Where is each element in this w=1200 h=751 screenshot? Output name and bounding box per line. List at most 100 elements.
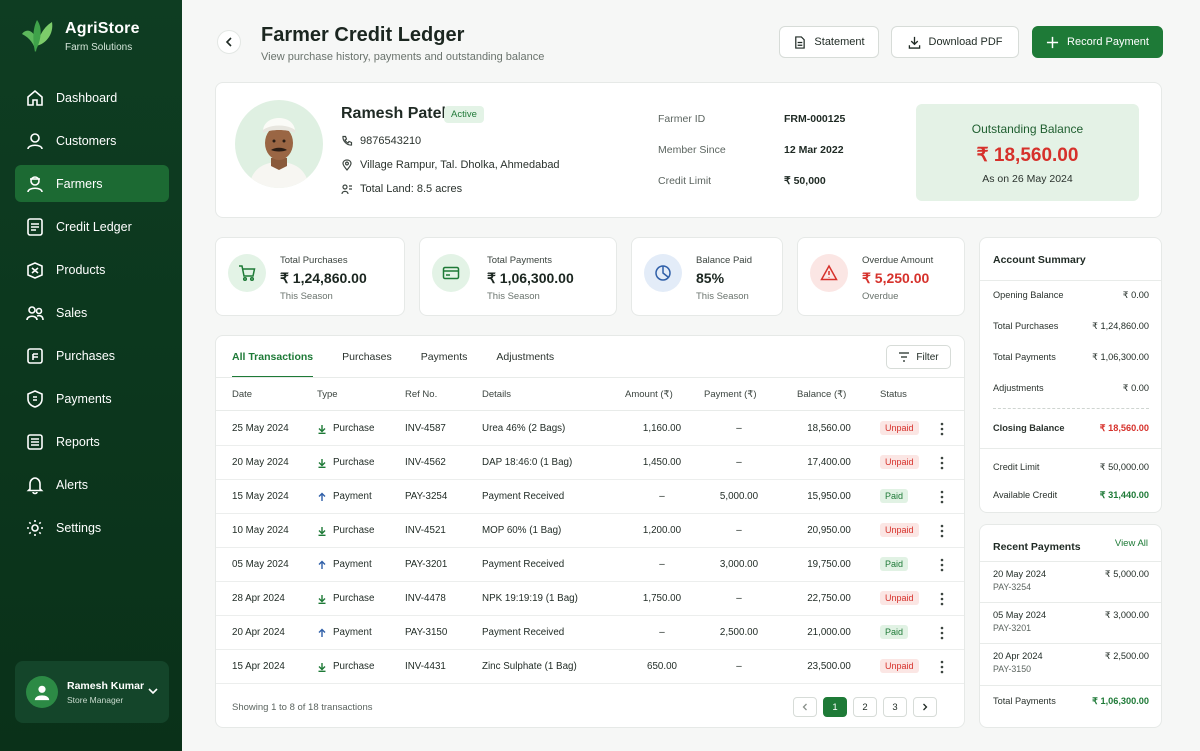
cell-date: 25 May 2024 <box>232 423 289 434</box>
payment-ref: PAY-3150 <box>993 664 1031 674</box>
more-options-icon[interactable] <box>938 455 946 471</box>
cell-date: 20 May 2024 <box>232 457 289 468</box>
user-menu[interactable]: Ramesh Kumar Store Manager <box>15 661 169 723</box>
tab-adjustments[interactable]: Adjustments <box>496 336 554 378</box>
divider <box>993 408 1149 409</box>
col-details[interactable]: Details <box>482 389 511 400</box>
more-options-icon[interactable] <box>938 421 946 437</box>
cell-details: DAP 18:46:0 (1 Bag) <box>482 457 573 468</box>
sidebar-item-customers[interactable]: Customers <box>15 122 169 159</box>
divider <box>980 643 1161 644</box>
farmer-phone: 9876543210 <box>341 135 421 147</box>
farmer-portrait <box>249 118 309 188</box>
cell-payment: – <box>736 593 742 604</box>
sidebar-item-farmers[interactable]: Farmers <box>15 165 169 202</box>
sidebar-item-alerts[interactable]: Alerts <box>15 466 169 503</box>
brand-name: AgriStore <box>65 19 140 37</box>
next-page-button[interactable] <box>913 697 937 717</box>
sidebar-item-dashboard[interactable]: Dashboard <box>15 79 169 116</box>
sidebar-item-settings[interactable]: Settings <box>15 509 169 546</box>
page-2-button[interactable]: 2 <box>853 697 877 717</box>
tab-purchases[interactable]: Purchases <box>342 336 392 378</box>
filter-button[interactable]: Filter <box>886 345 951 369</box>
col-type[interactable]: Type <box>317 389 338 400</box>
user-name: Ramesh Kumar <box>67 679 145 692</box>
cell-details: Zinc Sulphate (1 Bag) <box>482 661 577 672</box>
statement-button[interactable]: Statement <box>779 26 879 58</box>
cell-date: 05 May 2024 <box>232 559 289 570</box>
outstanding-label: Outstanding Balance <box>971 122 1084 136</box>
col-ref[interactable]: Ref No. <box>405 389 437 400</box>
more-options-icon[interactable] <box>938 489 946 505</box>
land-text: Total Land: 8.5 acres <box>360 183 463 195</box>
brand[interactable]: AgriStore Farm Solutions <box>16 16 140 56</box>
table-row[interactable]: 28 Apr 2024 INV-4478 NPK 19:19:19 (1 Bag) 1… <box>216 582 964 616</box>
col-balance[interactable]: Balance (₹) <box>797 389 846 400</box>
type-label: Purchase <box>333 661 375 672</box>
table-row[interactable]: 15 Apr 2024 INV-4431 Zinc Sulphate (1 Bag)… <box>216 650 964 684</box>
stat-overdue-amount: Overdue Amount ₹ 5,250.00 Overdue <box>797 237 965 316</box>
table-row[interactable]: 15 May 2024 PAY-3254 Payment Received – 5,00… <box>216 480 964 514</box>
credit-limit-label: Credit Limit <box>658 175 712 187</box>
more-options-icon[interactable] <box>938 591 946 607</box>
summary-label: Adjustments <box>993 383 1044 393</box>
more-options-icon[interactable] <box>938 659 946 675</box>
recent-payment-item[interactable]: 20 May 2024 PAY-3254 ₹ 5,000.00 <box>993 569 1149 592</box>
user-icon <box>27 132 43 149</box>
table-row[interactable]: 20 May 2024 INV-4562 DAP 18:46:0 (1 Bag) 1,… <box>216 446 964 480</box>
table-row[interactable]: 05 May 2024 PAY-3201 Payment Received – 3,00… <box>216 548 964 582</box>
table-row[interactable]: 25 May 2024 INV-4587 Urea 46% (2 Bags) 1,16… <box>216 412 964 446</box>
col-payment[interactable]: Payment (₹) <box>704 389 757 400</box>
cell-ref: INV-4478 <box>405 593 446 604</box>
page-1-button[interactable]: 1 <box>823 697 847 717</box>
col-date[interactable]: Date <box>232 389 252 400</box>
location-pin-icon <box>342 159 352 171</box>
warning-icon-wrap <box>810 254 848 292</box>
chevron-down-icon[interactable] <box>147 685 159 697</box>
document-icon <box>795 35 806 49</box>
type-label: Purchase <box>333 525 375 536</box>
download-pdf-button[interactable]: Download PDF <box>891 26 1019 58</box>
table-row[interactable]: 20 Apr 2024 PAY-3150 Payment Received – 2,50… <box>216 616 964 650</box>
cell-payment: – <box>736 525 742 536</box>
status-badge: Unpaid <box>880 659 919 673</box>
recent-payment-item[interactable]: 05 May 2024 PAY-3201 ₹ 3,000.00 <box>993 610 1149 633</box>
record-payment-button[interactable]: Record Payment <box>1032 26 1163 58</box>
view-all-link[interactable]: View All <box>1115 538 1148 549</box>
status-badge: Unpaid <box>880 421 919 435</box>
sidebar-item-products[interactable]: Products <box>15 251 169 288</box>
more-options-icon[interactable] <box>938 557 946 573</box>
cell-amount: 1,450.00 <box>642 457 682 468</box>
cell-balance: 22,750.00 <box>807 593 851 604</box>
statement-label: Statement <box>814 36 865 48</box>
cell-payment: 2,500.00 <box>719 627 759 638</box>
recent-payment-item[interactable]: 20 Apr 2024 PAY-3150 ₹ 2,500.00 <box>993 651 1149 674</box>
col-amount[interactable]: Amount (₹) <box>625 389 673 400</box>
sidebar-item-reports[interactable]: Reports <box>15 423 169 460</box>
sidebar-item-credit-ledger[interactable]: Credit Ledger <box>15 208 169 245</box>
table-row[interactable]: 10 May 2024 INV-4521 MOP 60% (1 Bag) 1,200.… <box>216 514 964 548</box>
tab-payments[interactable]: Payments <box>421 336 468 378</box>
available-credit-value: ₹ 31,440.00 <box>1099 490 1149 500</box>
sidebar-item-sales[interactable]: Sales <box>15 294 169 331</box>
page-title: Farmer Credit Ledger <box>261 24 465 46</box>
tab-all-transactions[interactable]: All Transactions <box>232 336 314 378</box>
member-since-label: Member Since <box>658 144 726 156</box>
cell-balance: 20,950.00 <box>807 525 851 536</box>
more-options-icon[interactable] <box>938 523 946 539</box>
prev-page-button[interactable] <box>793 697 817 717</box>
farmer-land: Total Land: 8.5 acres <box>341 183 462 195</box>
arrow-down-icon <box>318 458 326 468</box>
back-button[interactable] <box>217 30 241 54</box>
cell-amount: 1,160.00 <box>642 423 682 434</box>
stat-sub: This Season <box>696 291 749 302</box>
col-status[interactable]: Status <box>880 389 907 400</box>
sidebar-item-label: Products <box>56 262 106 277</box>
cell-type: Purchase <box>317 423 374 434</box>
summary-title: Account Summary <box>993 254 1086 266</box>
sidebar-item-purchases[interactable]: Purchases <box>15 337 169 374</box>
page-3-button[interactable]: 3 <box>883 697 907 717</box>
sidebar-item-payments[interactable]: Payments <box>15 380 169 417</box>
more-options-icon[interactable] <box>938 625 946 641</box>
cell-date: 15 May 2024 <box>232 491 289 502</box>
